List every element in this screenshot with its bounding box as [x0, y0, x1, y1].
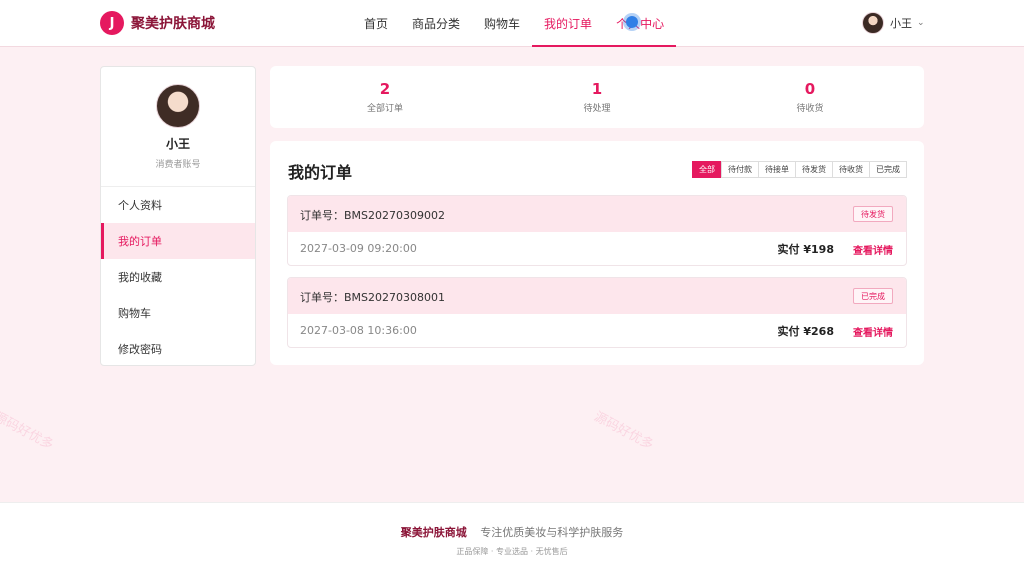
order-time: 2027-03-08 10:36:00: [300, 324, 417, 337]
filter-to-pay[interactable]: 待付款: [721, 161, 759, 178]
site-footer: 聚美护肤商城 专注优质美妆与科学护肤服务 正品保障 · 专业选品 · 无忧售后: [0, 502, 1024, 576]
user-menu[interactable]: 小王 ⌄: [862, 12, 925, 34]
profile-card: 小王 消费者账号: [101, 67, 255, 187]
order-footer: 2027-03-08 10:36:00 实付 ¥268 查看详情: [288, 314, 906, 347]
chevron-down-icon: ⌄: [917, 18, 925, 28]
status-badge: 已完成: [853, 288, 893, 304]
nav-categories[interactable]: 商品分类: [400, 0, 472, 47]
filter-to-receive[interactable]: 待收货: [832, 161, 870, 178]
brand[interactable]: J 聚美护肤商城: [100, 11, 215, 35]
sidebar-item-cart[interactable]: 购物车: [101, 295, 255, 331]
order-number: 订单号：BMS20270308001: [300, 291, 446, 304]
stat-value: 0: [804, 80, 816, 98]
nav-my-orders[interactable]: 我的订单: [532, 0, 605, 47]
order-filter-tabs: 全部 待付款 待接单 待发货 待收货 已完成: [692, 161, 907, 178]
user-name: 小王: [890, 17, 912, 30]
view-details-link[interactable]: 查看详情: [853, 324, 893, 339]
stat-to-receive[interactable]: 0 待收货: [750, 80, 870, 114]
filter-completed[interactable]: 已完成: [869, 161, 907, 178]
sidebar-item-my-orders[interactable]: 我的订单: [101, 223, 255, 259]
orders-panel: 我的订单 全部 待付款 待接单 待发货 待收货 已完成 订单号：BMS20270…: [270, 141, 924, 365]
page-title: 我的订单: [288, 163, 353, 182]
order-header: 订单号：BMS20270309002 待发货: [288, 196, 906, 232]
brand-logo: J: [100, 11, 124, 35]
footer-brand-line: 聚美护肤商城 专注优质美妆与科学护肤服务: [0, 524, 1024, 540]
brand-name: 聚美护肤商城: [131, 16, 215, 32]
order-card: 订单号：BMS20270309002 待发货 2027-03-09 09:20:…: [287, 195, 907, 266]
stat-label: 待收货: [796, 104, 824, 114]
stat-value: 2: [379, 80, 391, 98]
stat-label: 全部订单: [366, 104, 403, 114]
watermark: 源码好优多: [591, 409, 656, 454]
filter-to-ship[interactable]: 待发货: [795, 161, 833, 178]
order-footer: 2027-03-09 09:20:00 实付 ¥198 查看详情: [288, 232, 906, 265]
watermark: 源码好优多: [0, 409, 56, 454]
footer-tagline: 正品保障 · 专业选品 · 无忧售后: [456, 547, 568, 556]
order-stats: 2 全部订单 1 待处理 0 待收货: [270, 66, 924, 128]
sidebar-item-profile[interactable]: 个人资料: [101, 187, 255, 223]
profile-name: 小王: [165, 137, 190, 151]
status-badge: 待发货: [853, 206, 893, 222]
filter-all[interactable]: 全部: [692, 161, 722, 178]
mouse-cursor-indicator: [626, 16, 638, 28]
order-header: 订单号：BMS20270308001 已完成: [288, 278, 906, 314]
stat-all-orders[interactable]: 2 全部订单: [325, 80, 445, 114]
nav-home[interactable]: 首页: [352, 0, 400, 47]
order-amount: 实付 ¥198: [777, 243, 834, 256]
profile-role: 消费者账号: [155, 160, 201, 170]
stat-value: 1: [591, 80, 603, 98]
avatar: [862, 12, 884, 34]
stat-label: 待处理: [583, 104, 611, 114]
footer-brand: 聚美护肤商城: [400, 526, 467, 539]
stat-pending[interactable]: 1 待处理: [537, 80, 657, 114]
sidebar-item-change-password[interactable]: 修改密码: [101, 331, 255, 367]
sidebar: 小王 消费者账号 个人资料 我的订单 我的收藏 购物车 修改密码: [100, 66, 256, 366]
top-header: J 聚美护肤商城 首页 商品分类 购物车 我的订单 个人中心 小王 ⌄: [0, 0, 1024, 47]
sidebar-item-favorites[interactable]: 我的收藏: [101, 259, 255, 295]
order-card: 订单号：BMS20270308001 已完成 2027-03-08 10:36:…: [287, 277, 907, 348]
filter-to-accept[interactable]: 待接单: [758, 161, 796, 178]
profile-avatar: [156, 84, 200, 128]
footer-slogan: 专注优质美妆与科学护肤服务: [480, 526, 624, 539]
nav-cart[interactable]: 购物车: [472, 0, 532, 47]
order-number: 订单号：BMS20270309002: [300, 209, 446, 222]
order-amount: 实付 ¥268: [777, 325, 834, 338]
nav-profile-center[interactable]: 个人中心: [604, 0, 677, 47]
view-details-link[interactable]: 查看详情: [853, 242, 893, 257]
order-time: 2027-03-09 09:20:00: [300, 242, 417, 255]
